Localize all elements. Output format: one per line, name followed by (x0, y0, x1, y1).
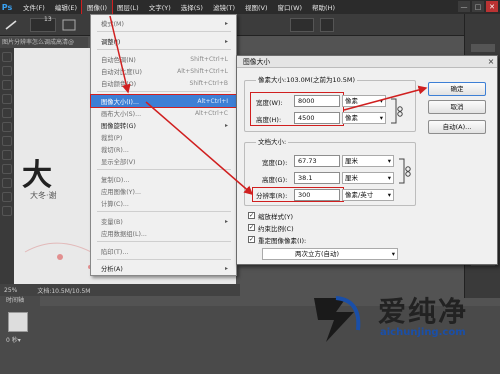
watermark-brand: 爱纯净 (378, 295, 469, 328)
watermark-url: aichunjing.com (380, 327, 466, 338)
watermark-logo (314, 296, 361, 342)
